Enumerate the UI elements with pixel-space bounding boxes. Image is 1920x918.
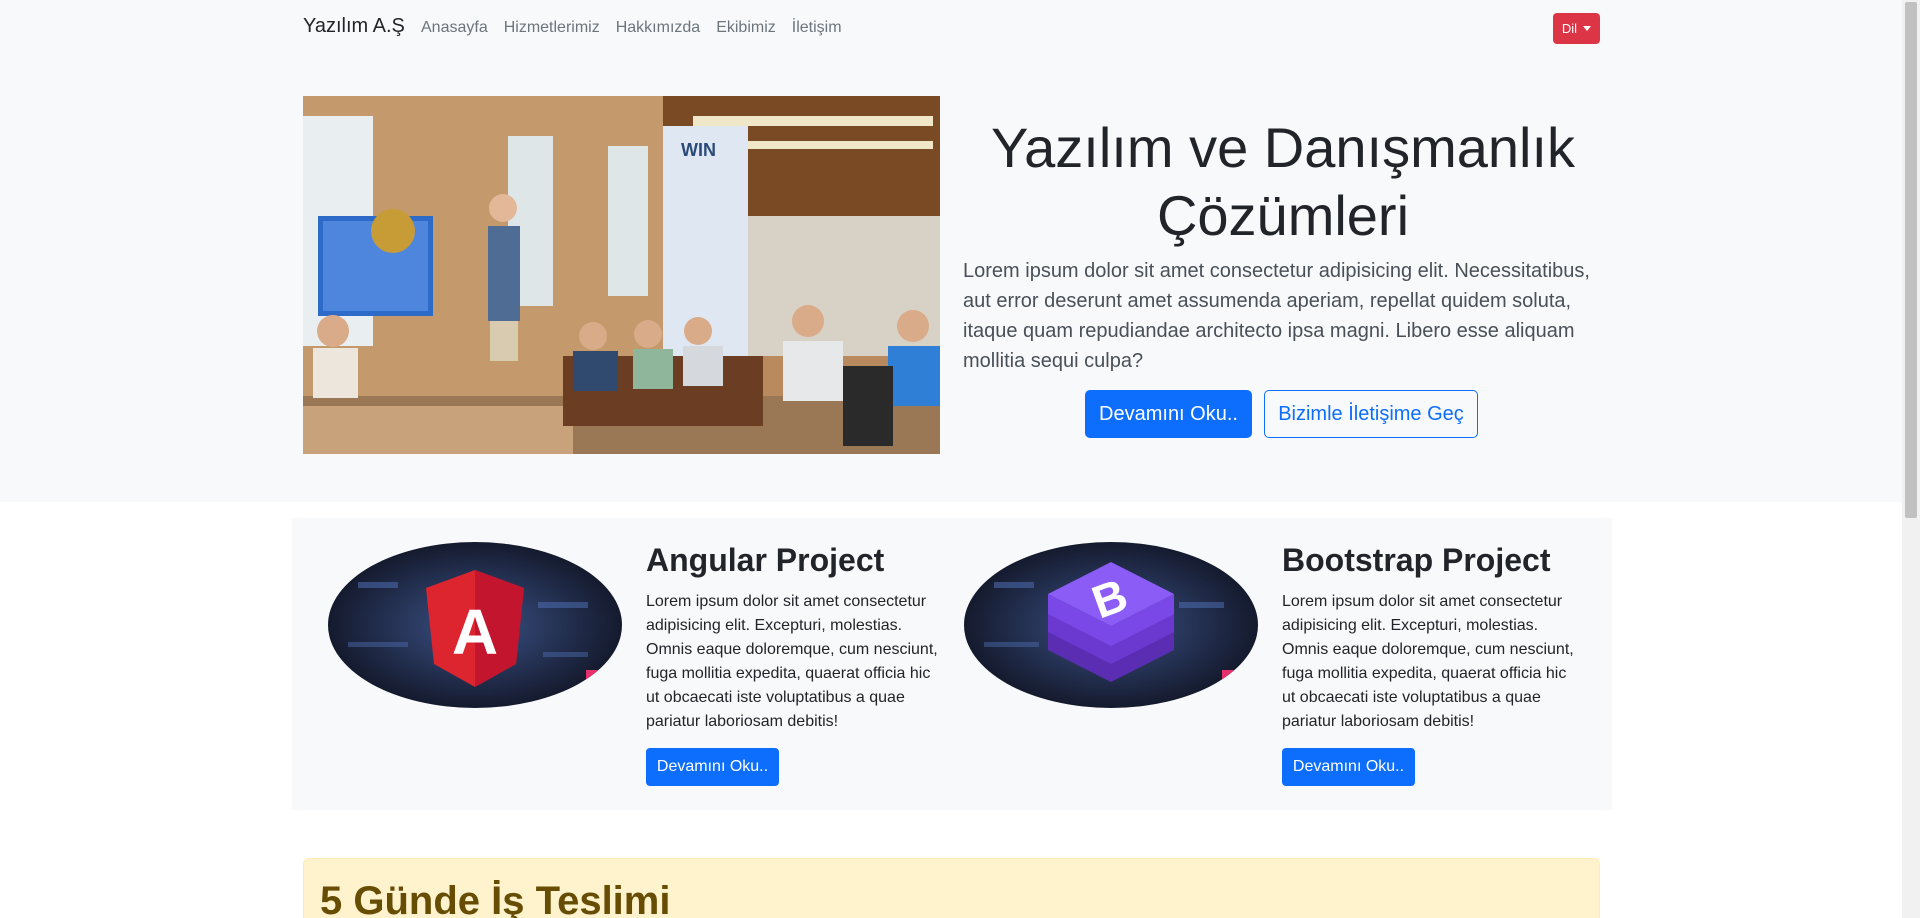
- navbar-brand[interactable]: Yazılım A.Ş: [303, 15, 405, 38]
- bootstrap-project-image: B: [964, 542, 1258, 708]
- projects-section: A Angular Project Lorem ipsum dolor sit …: [292, 518, 1612, 810]
- nav-links: Anasayfa Hizmetlerimiz Hakkımızda Ekibim…: [421, 19, 858, 37]
- nav-link-ekibimiz[interactable]: Ekibimiz: [716, 19, 776, 37]
- navbar: Yazılım A.Ş Anasayfa Hizmetlerimiz Hakkı…: [0, 0, 1902, 56]
- nav-link-hizmetlerimiz[interactable]: Hizmetlerimiz: [504, 19, 600, 37]
- language-label: Dil: [1561, 21, 1578, 36]
- nav-link-iletisim[interactable]: İletişim: [792, 19, 842, 37]
- bootstrap-project-text: Lorem ipsum dolor sit amet consectetur a…: [1282, 593, 1574, 730]
- hero-office-image: WIN: [303, 96, 940, 454]
- bootstrap-project-title: Bootstrap Project: [1282, 542, 1551, 578]
- angular-project-title: Angular Project: [646, 542, 885, 578]
- hero-section: WIN Yazılım ve Danışmanlık Çözümleri Lor…: [0, 56, 1902, 502]
- bootstrap-read-more-button[interactable]: Devamını Oku..: [1282, 748, 1415, 786]
- angular-project-image: A: [328, 542, 622, 708]
- angular-logo-letter: A: [452, 596, 498, 668]
- alert-title: 5 Günde İş Teslimi: [320, 879, 671, 918]
- angular-read-more-button[interactable]: Devamını Oku..: [646, 748, 779, 786]
- hero-lead-text: Lorem ipsum dolor sit amet consectetur a…: [963, 260, 1590, 372]
- nav-link-hakkimizda[interactable]: Hakkımızda: [616, 19, 700, 37]
- scrollbar-thumb[interactable]: [1905, 2, 1917, 518]
- angular-project-text: Lorem ipsum dolor sit amet consectetur a…: [646, 593, 938, 730]
- svg-text:WIN: WIN: [681, 140, 716, 160]
- contact-us-button[interactable]: Bizimle İletişime Geç: [1264, 390, 1478, 438]
- page-scrollbar[interactable]: [1902, 0, 1920, 918]
- hero-title: Yazılım ve Danışmanlık Çözümleri: [990, 116, 1576, 247]
- caret-down-icon: [1583, 26, 1592, 31]
- nav-link-anasayfa[interactable]: Anasayfa: [421, 19, 488, 37]
- language-dropdown-button[interactable]: Dil: [1553, 13, 1600, 44]
- delivery-alert: 5 Günde İş Teslimi: [303, 858, 1600, 918]
- read-more-button[interactable]: Devamını Oku..: [1085, 390, 1252, 438]
